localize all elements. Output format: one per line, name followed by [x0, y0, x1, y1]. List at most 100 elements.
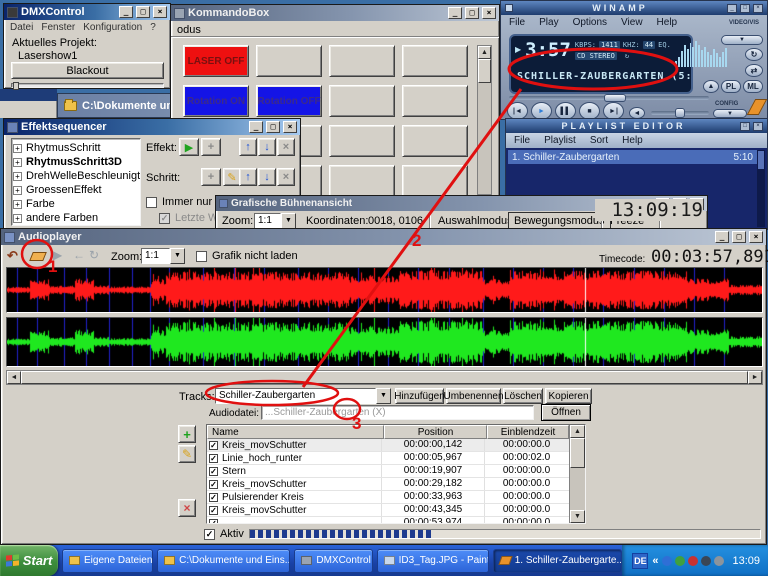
tracks-select[interactable]: Schiller-Zaubergarten ▼: [215, 388, 391, 404]
col-einblendzeit[interactable]: Einblendzeit: [487, 425, 569, 439]
row-checkbox[interactable]: ✓: [209, 506, 218, 515]
scrollbar-thumb[interactable]: [21, 371, 748, 384]
table-scrollbar[interactable]: ▲ ▼: [569, 425, 585, 523]
effect-play-icon[interactable]: ▶: [179, 138, 199, 156]
playlist-item[interactable]: 1. Schiller-Zaubergarten 5:10: [508, 150, 757, 164]
shuffle-button-icon[interactable]: ⇄: [745, 64, 763, 77]
winamp-quill-icon[interactable]: [747, 99, 768, 115]
scroll-up-icon[interactable]: ▲: [570, 425, 585, 438]
waveform-right-channel[interactable]: [6, 317, 763, 367]
kommando-button[interactable]: [329, 85, 395, 117]
kommando-button[interactable]: [329, 125, 395, 157]
col-position[interactable]: Position: [384, 425, 487, 439]
grafik-checkbox-row[interactable]: Grafik nicht laden: [196, 250, 298, 262]
table-row[interactable]: ✓Linie_hoch_runter00:00:05,96700:00:02.0: [207, 452, 585, 465]
playlist-scrollbar[interactable]: [757, 150, 765, 227]
expand-plus-icon[interactable]: +: [13, 144, 22, 153]
winamp-titlebar[interactable]: WINAMP _ □ ×: [501, 1, 767, 15]
add-track-button[interactable]: Hinzufügen: [395, 388, 444, 404]
letzte-checkbox-row[interactable]: ✓ Letzte W: [159, 212, 218, 224]
media-player-icon[interactable]: [675, 556, 685, 566]
scroll-down-icon[interactable]: ▼: [570, 510, 585, 523]
tray-expand-chevron[interactable]: «: [652, 555, 658, 567]
tree-item[interactable]: +DrehWelleBeschleunigt: [13, 169, 139, 183]
add-effect-icon[interactable]: +: [178, 425, 196, 443]
task-button-eigene-dateien[interactable]: Eigene Dateien: [62, 549, 153, 573]
chevron-down-icon[interactable]: ▼: [170, 248, 185, 264]
playlist-menu-help[interactable]: Help: [622, 135, 643, 146]
row-checkbox[interactable]: ✓: [209, 454, 218, 463]
chevron-down-icon[interactable]: ▼: [376, 388, 391, 404]
kommando-button[interactable]: [402, 165, 468, 197]
scroll-left-icon[interactable]: ◄: [7, 371, 21, 384]
repeat-icon[interactable]: ↻: [625, 52, 629, 60]
kommando-button[interactable]: [402, 125, 468, 157]
row-checkbox[interactable]: ✓: [209, 519, 218, 525]
effects-table[interactable]: Name Position Einblendzeit ✓Kreis_movSch…: [206, 424, 586, 524]
immer-checkbox-row[interactable]: Immer nur ei: [146, 196, 224, 208]
immer-checkbox[interactable]: [146, 197, 157, 208]
shade-icon[interactable]: □: [740, 4, 750, 13]
col-name[interactable]: Name: [207, 425, 384, 439]
close-icon[interactable]: ×: [749, 231, 763, 243]
kommando-button[interactable]: [329, 45, 395, 77]
kommando-button-rotation-on[interactable]: Rotation ON: [183, 85, 249, 117]
close-icon[interactable]: ×: [283, 121, 297, 133]
chevron-down-icon[interactable]: ▼: [281, 213, 296, 229]
kommando-button[interactable]: [256, 45, 322, 77]
table-row[interactable]: ✓Stern00:00:19,90700:00:00.0: [207, 465, 585, 478]
undo-icon[interactable]: ↶: [7, 248, 25, 266]
minimize-icon[interactable]: _: [715, 231, 729, 243]
winamp-song-title[interactable]: SCHILLER-ZAUBERGARTEN (5:22): [511, 67, 691, 82]
blackout-button[interactable]: Blackout: [11, 62, 164, 79]
scrollbar-thumb[interactable]: [758, 151, 764, 169]
repeat-button-icon[interactable]: ↻: [745, 48, 763, 61]
maximize-icon[interactable]: □: [266, 121, 280, 133]
volume-thumb[interactable]: [675, 108, 685, 118]
close-icon[interactable]: ×: [153, 6, 167, 18]
ap-zoom-select[interactable]: 1:1 ▼: [141, 248, 185, 264]
kommando-button-rotation-off[interactable]: Rotation OFF: [256, 85, 322, 117]
scroll-up-icon[interactable]: ▲: [478, 46, 491, 59]
winamp-menu-view[interactable]: View: [621, 17, 643, 28]
messenger-icon[interactable]: [662, 556, 672, 566]
effektsequencer-titlebar[interactable]: Effektsequencer _ □ ×: [4, 119, 300, 135]
table-row[interactable]: ✓Kreis_movSchutter00:00:29,18200:00:00.0: [207, 478, 585, 491]
table-row[interactable]: ✓Pulsierender Kreis00:00:33,96300:00:00.…: [207, 491, 585, 504]
letzte-checkbox[interactable]: ✓: [159, 213, 170, 224]
refresh-disabled-icon[interactable]: ↻: [89, 248, 107, 266]
kommandobox-menu-modus[interactable]: odus: [177, 24, 201, 36]
scroll-right-icon[interactable]: ►: [748, 371, 762, 384]
seek-thumb[interactable]: [604, 94, 626, 102]
kommandobox-titlebar[interactable]: KommandoBox _ □ ×: [171, 5, 499, 21]
winamp-menu-options[interactable]: Options: [573, 17, 607, 28]
playlist-toggle[interactable]: PL: [721, 80, 741, 93]
minimize-icon[interactable]: _: [727, 4, 737, 13]
aktiv-checkbox-row[interactable]: ✓ Aktiv: [204, 528, 244, 540]
maximize-icon[interactable]: □: [732, 231, 746, 243]
maximize-icon[interactable]: □: [465, 7, 479, 19]
open-audio-icon[interactable]: [29, 248, 47, 266]
menu-datei[interactable]: Datei: [10, 22, 33, 33]
kommandobox-scrollbar[interactable]: ▲: [477, 45, 492, 195]
waveform-scrollbar[interactable]: ◄ ►: [6, 370, 763, 385]
copy-track-button[interactable]: Kopieren: [545, 388, 592, 404]
playlist-menu-sort[interactable]: Sort: [590, 135, 608, 146]
effect-add-icon[interactable]: +: [201, 138, 221, 156]
winamp-menu-play[interactable]: Play: [539, 17, 558, 28]
expand-plus-icon[interactable]: +: [13, 214, 22, 223]
close-icon[interactable]: ×: [753, 4, 763, 13]
edit-effect-icon[interactable]: ✎: [178, 445, 196, 463]
expand-plus-icon[interactable]: +: [13, 186, 22, 195]
kommando-button-laser-off[interactable]: LASER OFF: [183, 45, 249, 77]
delete-track-button[interactable]: Löschen: [503, 388, 543, 404]
expand-plus-icon[interactable]: +: [13, 158, 22, 167]
dmx-slider-thumb[interactable]: [13, 82, 19, 90]
network-icon[interactable]: [714, 556, 724, 566]
muted-volume-icon[interactable]: [688, 556, 698, 566]
dmx-slider-track[interactable]: [11, 83, 164, 88]
task-icon[interactable]: [701, 556, 711, 566]
aktiv-checkbox[interactable]: ✓: [204, 529, 215, 540]
vis-menu-icon[interactable]: ▼: [721, 35, 763, 45]
dmxcontrol-titlebar[interactable]: DMXControl _ □ ×: [4, 4, 170, 20]
